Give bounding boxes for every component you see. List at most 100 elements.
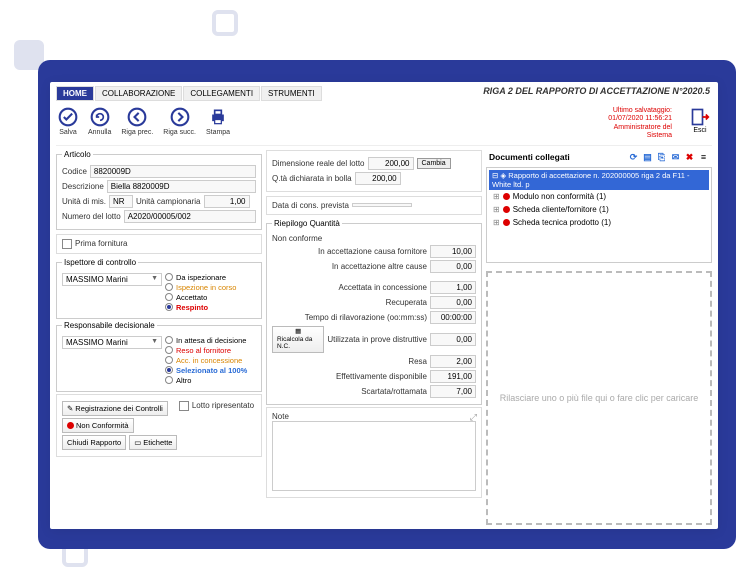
tree-item[interactable]: Scheda cliente/fornitore (1) (489, 203, 709, 216)
registrazione-button[interactable]: ✎Registrazione dei Controlli (62, 401, 168, 416)
prima-label: Prima fornitura (75, 239, 127, 248)
exit-icon (690, 107, 710, 127)
tree-item[interactable]: Scheda tecnica prodotto (1) (489, 216, 709, 229)
cambia-button[interactable]: Cambia (417, 158, 451, 169)
scart-input[interactable]: 7,00 (430, 385, 476, 398)
ricalcola-button[interactable]: ▦Ricalcola da N.C. (272, 326, 324, 354)
qta-label: Q.tà dichiarata in bolla (272, 174, 352, 183)
check-circle-icon (58, 107, 78, 127)
documenti-title: Documenti collegati (489, 152, 570, 162)
acc-conc-input[interactable]: 1,00 (430, 281, 476, 294)
radio-da-ispezionare[interactable] (165, 273, 173, 281)
lotto-ripr-checkbox[interactable] (179, 401, 189, 411)
pencil-icon: ✎ (67, 404, 73, 413)
prev-row-button[interactable]: Riga prec. (121, 107, 153, 136)
chiudi-rapporto-button[interactable]: Chiudi Rapporto (62, 435, 126, 450)
radio-attesa[interactable] (165, 336, 173, 344)
save-button[interactable]: Salva (58, 107, 78, 136)
tab-strumenti[interactable]: STRUMENTI (261, 86, 322, 101)
last-save-info: Ultimo salvataggio: 01/07/2020 11:56:21 … (608, 107, 672, 141)
radio-reso[interactable] (165, 346, 173, 354)
dimensione-group: Dimensione reale del lotto200,00Cambia Q… (266, 150, 482, 192)
descrizione-input[interactable]: Biella 8820009D (107, 180, 256, 193)
acc-altre-input[interactable]: 0,00 (430, 260, 476, 273)
lotto-ripr-label: Lotto ripresentato (192, 401, 254, 416)
riepilogo-group: Riepilogo Quantità Non conforme In accet… (266, 219, 482, 406)
um-label: Unità di mis. (62, 197, 106, 206)
file-dropzone[interactable]: Rilasciare uno o più file qui o fare cli… (486, 271, 712, 525)
refresh-icon[interactable]: ⟳ (628, 152, 639, 163)
toolbar: Salva Annulla Riga prec. Riga succ. Stam… (56, 101, 712, 146)
mail-icon[interactable]: ✉ (670, 152, 681, 163)
resa-input[interactable]: 2,00 (430, 355, 476, 368)
lotto-label: Numero del lotto (62, 212, 121, 221)
distr-input[interactable]: 0,00 (430, 333, 476, 346)
print-button[interactable]: Stampa (206, 107, 230, 136)
label-icon: ▭ (134, 438, 141, 447)
note-label: Note (272, 412, 476, 421)
responsabile-group: Responsabile decisionale MASSIMO Marini … (56, 321, 262, 392)
note-group: Note ⤢ (266, 407, 482, 498)
ucamp-label: Unità campionaria (136, 197, 200, 206)
tempo-input[interactable]: 00:00:00 (430, 311, 476, 324)
radio-ispezione-corso[interactable] (165, 283, 173, 291)
codice-input[interactable]: 8820009D (90, 165, 256, 178)
tree-root[interactable]: ⊟ ◈ Rapporto di accettazione n. 20200000… (489, 170, 709, 190)
radio-accettato[interactable] (165, 293, 173, 301)
prima-fornitura-checkbox[interactable] (62, 239, 72, 249)
undo-button[interactable]: Annulla (88, 107, 111, 136)
radio-altro[interactable] (165, 376, 173, 384)
radio-acc-concessione[interactable] (165, 356, 173, 364)
prima-fornitura-row: Prima fornitura (56, 234, 262, 254)
arrow-right-circle-icon (170, 107, 190, 127)
red-dot-icon (67, 422, 74, 429)
data-cons-label: Data di cons. prevista (272, 201, 349, 210)
menu-icon[interactable]: ≡ (698, 152, 709, 163)
radio-respinto[interactable] (165, 303, 173, 311)
nonconformita-button[interactable]: Non Conformità (62, 418, 134, 433)
responsabile-select[interactable]: MASSIMO Marini (62, 336, 162, 349)
tab-home[interactable]: HOME (56, 86, 94, 101)
um-input[interactable]: NR (109, 195, 133, 208)
ucamp-input[interactable]: 1,00 (204, 195, 250, 208)
articolo-group: Articolo Codice8820009D DescrizioneBiell… (56, 150, 262, 230)
tab-collaborazione[interactable]: COLLABORAZIONE (95, 86, 182, 101)
page-title: RIGA 2 DEL RAPPORTO DI ACCETTAZIONE N°20… (483, 86, 710, 96)
acc-forn-input[interactable]: 10,00 (430, 245, 476, 258)
tree-item[interactable]: Modulo non conformità (1) (489, 190, 709, 203)
qta-input[interactable]: 200,00 (355, 172, 401, 185)
arrow-left-circle-icon (127, 107, 147, 127)
exit-button[interactable]: Esci (690, 107, 710, 134)
red-dot-icon (503, 219, 510, 226)
recup-input[interactable]: 0,00 (430, 296, 476, 309)
calc-icon: ▦ (295, 329, 301, 336)
delete-icon[interactable]: ✖ (684, 152, 695, 163)
tab-collegamenti[interactable]: COLLEGAMENTI (183, 86, 260, 101)
next-row-button[interactable]: Riga succ. (163, 107, 196, 136)
nonconf-label: Non conforme (272, 234, 322, 243)
red-dot-icon (503, 206, 510, 213)
ispettore-select[interactable]: MASSIMO Marini (62, 273, 162, 286)
dim-input[interactable]: 200,00 (368, 157, 414, 170)
radio-selezionato-100[interactable] (165, 366, 173, 374)
documenti-header: Documenti collegati ⟳ ▤ ⎘ ✉ ✖ ≡ (486, 150, 712, 165)
note-textarea[interactable] (272, 421, 476, 491)
dim-label: Dimensione reale del lotto (272, 159, 365, 168)
documenti-tree: ⊟ ◈ Rapporto di accettazione n. 20200000… (486, 167, 712, 263)
etichette-button[interactable]: ▭Etichette (129, 435, 177, 450)
copy-icon[interactable]: ⎘ (656, 152, 667, 163)
undo-circle-icon (90, 107, 110, 127)
actions-group: ✎Registrazione dei Controlli Lotto ripre… (56, 394, 262, 457)
expand-icon[interactable]: ⤢ (470, 412, 477, 423)
data-cons-group: Data di cons. prevista (266, 196, 482, 215)
lotto-input[interactable]: A2020/00005/002 (124, 210, 256, 223)
disp-input[interactable]: 191,00 (430, 370, 476, 383)
codice-label: Codice (62, 167, 87, 176)
red-dot-icon (503, 193, 510, 200)
printer-icon (208, 107, 228, 127)
data-cons-input[interactable] (352, 203, 412, 207)
main-window: HOME COLLABORAZIONE COLLEGAMENTI STRUMEN… (50, 82, 718, 529)
descrizione-label: Descrizione (62, 182, 104, 191)
doc-icon[interactable]: ▤ (642, 152, 653, 163)
ispettore-group: Ispettore di controllo MASSIMO Marini Da… (56, 258, 262, 319)
